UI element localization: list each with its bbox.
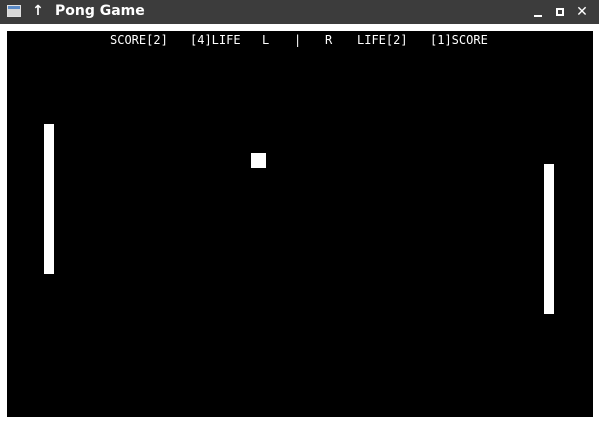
right-life: LIFE[2] — [357, 33, 408, 47]
close-icon: ✕ — [576, 4, 588, 20]
center-divider: | — [294, 33, 302, 47]
right-paddle — [544, 164, 554, 314]
right-score: [1]SCORE — [430, 33, 488, 47]
keep-above-icon[interactable]: ↑ — [30, 1, 46, 21]
left-life: [4]LIFE — [190, 33, 241, 47]
game-canvas[interactable]: SCORE[2] [4]LIFE L | R LIFE[2] [1]SCORE — [7, 31, 593, 417]
ball — [251, 153, 266, 168]
left-marker: L — [262, 33, 270, 47]
close-button[interactable]: ✕ — [572, 2, 592, 22]
maximize-icon — [556, 8, 564, 16]
window-icon[interactable] — [7, 5, 21, 17]
minimize-button[interactable] — [528, 2, 548, 22]
minimize-icon — [534, 15, 542, 17]
maximize-button[interactable] — [550, 2, 570, 22]
pong-window: ↑ Pong Game ✕ SCORE[2] [4]LIFE L | R LIF… — [0, 0, 599, 423]
right-marker: R — [325, 33, 333, 47]
scoreboard: SCORE[2] [4]LIFE L | R LIFE[2] [1]SCORE — [7, 33, 593, 47]
left-score: SCORE[2] — [110, 33, 168, 47]
left-paddle — [44, 124, 54, 274]
window-title: Pong Game — [55, 3, 145, 19]
title-bar[interactable]: ↑ Pong Game ✕ — [0, 0, 599, 24]
